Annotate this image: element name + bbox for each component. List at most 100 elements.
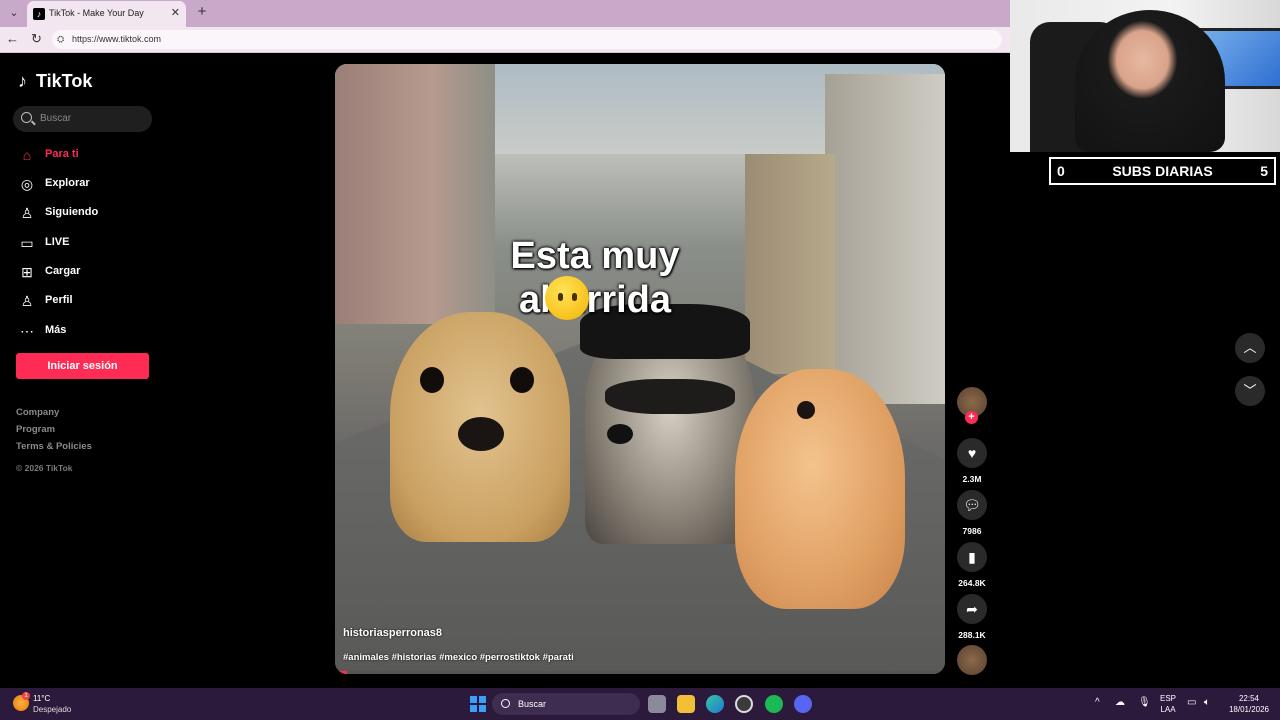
footer-link-program[interactable]: Program <box>16 424 92 435</box>
next-video-chevron-down-icon[interactable]: ﹀ <box>1235 376 1265 406</box>
video-username[interactable]: historiasperronas8 <box>343 627 442 639</box>
video-hashtags[interactable]: #animales #historias #mexico #perrostikt… <box>343 652 574 663</box>
search-placeholder: Buscar <box>40 113 72 124</box>
discord-icon[interactable] <box>794 695 812 713</box>
keyboard-layout[interactable]: LAA <box>1158 705 1178 714</box>
raccoon <box>580 304 755 544</box>
like-count: 2.3M <box>962 474 982 484</box>
search-input[interactable]: Buscar <box>13 106 152 132</box>
share-arrow-icon[interactable]: ➦ <box>957 594 987 624</box>
tiktok-logo[interactable]: ♪ TikTok <box>18 71 92 92</box>
puppy-left <box>390 312 570 542</box>
search-icon <box>501 699 510 708</box>
profile-icon: ♙ <box>20 293 34 309</box>
video-progress-fill <box>335 671 348 674</box>
sidebar-item-siguiendo[interactable]: ♙ Siguiendo <box>18 203 158 225</box>
video-caption-overlay: Esta muy aburrida <box>335 234 855 322</box>
obs-icon[interactable] <box>735 695 753 713</box>
sidebar-item-mas[interactable]: ⋯ Más <box>18 321 158 343</box>
address-bar: ← ↻ ⛭ https://www.tiktok.com <box>0 27 1010 53</box>
subs-goal: 5 <box>1260 163 1268 179</box>
tab-close-icon[interactable]: ✕ <box>171 6 180 19</box>
raccoon-nose <box>607 424 633 444</box>
clock-time[interactable]: 22:54 <box>1224 694 1274 703</box>
tab-list-dropdown-icon[interactable]: ⌄ <box>4 4 24 22</box>
sidebar-item-live[interactable]: ▭ LIVE <box>18 233 158 255</box>
sidebar-item-label: Cargar <box>45 265 81 277</box>
microphone-icon[interactable]: 🎙︎ <box>1138 697 1151 708</box>
task-view-icon[interactable] <box>648 695 666 713</box>
sidebar-item-label: Más <box>45 324 67 336</box>
logo-text: TikTok <box>36 71 93 91</box>
webcam-person <box>1075 10 1225 152</box>
file-explorer-icon[interactable] <box>677 695 695 713</box>
footer-link-company[interactable]: Company <box>16 407 92 418</box>
footer-link-terms[interactable]: Terms & Policies <box>16 441 92 452</box>
edge-browser-icon[interactable] <box>706 695 724 713</box>
puppy-eye <box>420 367 444 393</box>
language-code[interactable]: ESP <box>1158 694 1178 703</box>
taskbar-search-placeholder: Buscar <box>518 699 547 709</box>
network-icon[interactable]: ▭ <box>1187 697 1196 708</box>
sidebar-item-label: LIVE <box>45 236 70 248</box>
sidebar-item-explorar[interactable]: ◎ Explorar <box>18 174 158 196</box>
browser-tab[interactable]: ♪ TikTok - Make Your Day ✕ <box>27 1 186 27</box>
search-icon <box>21 112 32 123</box>
following-icon: ♙ <box>20 205 34 221</box>
sidebar-item-cargar[interactable]: ⊞ Cargar <box>18 262 158 284</box>
sound-disc-avatar[interactable] <box>957 645 987 675</box>
sidebar-item-perfil[interactable]: ♙ Perfil <box>18 291 158 313</box>
previous-video-chevron-up-icon[interactable]: ︿ <box>1235 333 1265 363</box>
webcam-overlay <box>1010 0 1280 152</box>
volume-icon[interactable]: 🔈︎ <box>1204 697 1210 708</box>
share-count: 288.1K <box>958 630 986 640</box>
puppy-right <box>735 369 905 609</box>
new-tab-icon[interactable]: + <box>193 3 211 21</box>
puppy-eye <box>797 401 815 419</box>
tiktok-note-icon: ♪ <box>18 71 27 91</box>
tiktok-favicon-icon: ♪ <box>33 8 45 20</box>
sidebar-item-label: Para ti <box>45 148 79 160</box>
footer-links: Company Program Terms & Policies © 2026 … <box>16 407 92 476</box>
copyright: © 2026 TikTok <box>16 463 73 473</box>
upload-icon: ⊞ <box>21 264 33 280</box>
video-player[interactable]: Esta muy aburrida historiasperronas8 #an… <box>335 64 945 674</box>
browser-tab-bar: ⌄ ♪ TikTok - Make Your Day ✕ + <box>0 0 1010 27</box>
windows-start-icon[interactable] <box>470 696 486 712</box>
sidebar-item-label: Perfil <box>45 294 73 306</box>
subs-current: 0 <box>1057 163 1065 179</box>
sidebar-item-label: Siguiendo <box>45 206 99 218</box>
follow-plus-icon[interactable]: + <box>965 411 978 424</box>
compass-icon: ◎ <box>20 176 34 192</box>
weather-alert-badge: 1 <box>22 692 30 700</box>
tiktok-page: ♪ TikTok Buscar ⌂ Para ti ◎ Explorar ♙ Si… <box>3 53 1008 687</box>
weather-description[interactable]: Despejado <box>33 705 71 714</box>
comment-icon[interactable]: 💬︎ <box>957 490 987 520</box>
bookmark-icon[interactable]: ▮ <box>957 542 987 572</box>
subs-counter-widget: SUBS DIARIAS 0 5 <box>1049 157 1276 185</box>
tab-title: TikTok - Make Your Day <box>49 8 144 18</box>
caption-line-1: Esta muy <box>510 235 680 277</box>
puppy-eye <box>510 367 534 393</box>
sidebar-item-label: Explorar <box>45 177 90 189</box>
live-icon: ▭ <box>20 235 34 251</box>
taskbar-search-input[interactable]: Buscar <box>492 693 640 715</box>
spotify-icon[interactable] <box>765 695 783 713</box>
subs-title: SUBS DIARIAS <box>1112 163 1213 179</box>
back-arrow-icon[interactable]: ← <box>6 31 19 46</box>
site-info-icon[interactable]: ⛭ <box>57 34 64 45</box>
save-count: 264.8K <box>958 578 986 588</box>
clock-date[interactable]: 18/01/2026 <box>1222 705 1276 714</box>
sidebar-item-para-ti[interactable]: ⌂ Para ti <box>18 145 158 167</box>
reload-icon[interactable]: ↻ <box>31 31 42 47</box>
url-field[interactable]: ⛭ https://www.tiktok.com <box>52 30 1002 49</box>
onedrive-cloud-icon[interactable]: ☁ <box>1115 697 1125 708</box>
url-text: https://www.tiktok.com <box>72 34 162 44</box>
no-mouth-emoji-icon <box>545 276 589 320</box>
raccoon-mask <box>605 379 735 414</box>
tray-overflow-chevron-icon[interactable]: ^ <box>1095 697 1100 708</box>
like-heart-icon[interactable]: ♥ <box>957 438 987 468</box>
weather-temperature[interactable]: 11°C <box>33 694 50 703</box>
video-progress-bar[interactable] <box>335 671 945 674</box>
login-button[interactable]: Iniciar sesión <box>16 353 149 379</box>
